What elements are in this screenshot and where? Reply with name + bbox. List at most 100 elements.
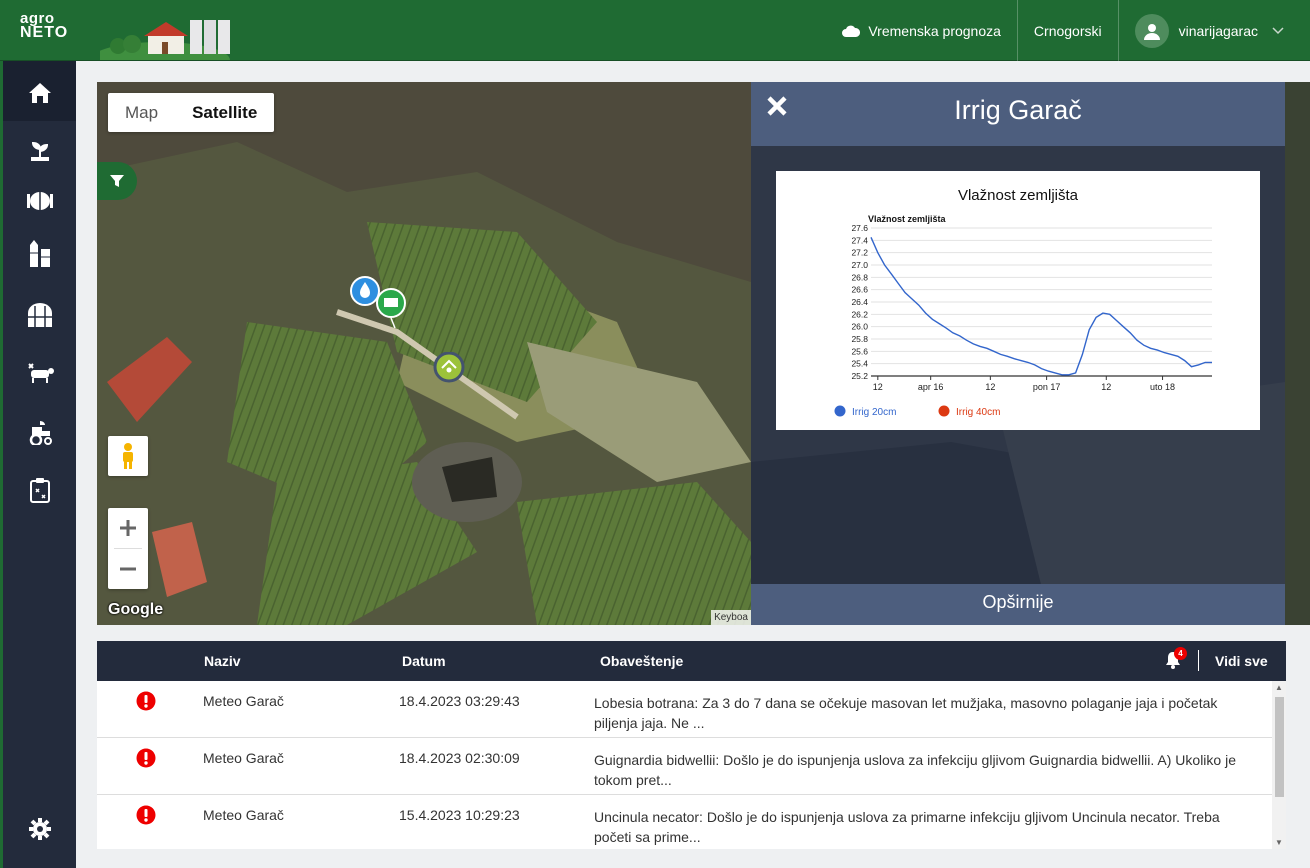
y-tick-label: 26.4 bbox=[851, 297, 868, 307]
gear-icon bbox=[29, 818, 51, 840]
x-tick-label: apr 16 bbox=[918, 382, 944, 392]
sidebar-item-cellar[interactable] bbox=[25, 186, 55, 216]
sidebar-item-plants[interactable] bbox=[25, 135, 55, 165]
y-tick-label: 27.4 bbox=[851, 235, 868, 245]
sidebar-item-home[interactable] bbox=[25, 78, 55, 108]
meteo-station-marker[interactable] bbox=[433, 352, 465, 390]
greenhouse-icon bbox=[28, 303, 52, 327]
row-name: Meteo Garač bbox=[203, 750, 284, 766]
panel-title: Irrig Garač bbox=[954, 95, 1082, 125]
row-date: 18.4.2023 03:29:43 bbox=[399, 693, 520, 709]
y-tick-label: 25.2 bbox=[851, 371, 868, 381]
x-tick-label: uto 18 bbox=[1150, 382, 1175, 392]
user-icon bbox=[1143, 23, 1160, 40]
sidebar-item-settings[interactable] bbox=[25, 814, 55, 844]
filter-button[interactable] bbox=[97, 162, 137, 200]
alert-icon bbox=[136, 805, 156, 825]
y-tick-label: 27.0 bbox=[851, 260, 868, 270]
minus-icon bbox=[120, 567, 136, 571]
language-selector[interactable]: Crnogorski bbox=[1016, 0, 1118, 61]
barrel-icon bbox=[27, 192, 53, 210]
alert-icon bbox=[136, 691, 156, 711]
sidebar-item-greenhouse[interactable] bbox=[25, 299, 55, 329]
user-menu[interactable]: vinarijagarac bbox=[1117, 0, 1310, 61]
map-type-satellite[interactable]: Satellite bbox=[175, 93, 274, 132]
farm-illustration bbox=[100, 20, 230, 60]
google-logo: Google bbox=[108, 601, 164, 618]
map-type-control: Map Satellite bbox=[108, 93, 275, 132]
zoom-out-button[interactable] bbox=[108, 549, 148, 589]
map-type-map[interactable]: Map bbox=[108, 93, 175, 132]
language-label: Crnogorski bbox=[1033, 22, 1102, 39]
y-tick-label: 27.2 bbox=[851, 248, 868, 258]
legend-marker bbox=[834, 405, 846, 417]
street-view-pegman[interactable] bbox=[108, 436, 148, 476]
x-tick-label: 12 bbox=[985, 382, 995, 392]
weather-forecast-label: Vremenska prognoza bbox=[868, 22, 1001, 39]
tractor-icon bbox=[29, 421, 52, 445]
column-header-name[interactable]: Naziv bbox=[204, 653, 241, 669]
logo-bottom-text: NETO bbox=[20, 24, 69, 41]
satellite-imagery bbox=[97, 82, 751, 625]
chevron-down-icon bbox=[1272, 26, 1284, 34]
row-message: Uncinula necator: Došlo je do ispunjenja… bbox=[594, 809, 1220, 845]
irrigation-device-marker[interactable] bbox=[375, 288, 407, 328]
filter-icon bbox=[110, 175, 124, 187]
cloud-icon bbox=[842, 25, 861, 37]
silo-icon bbox=[30, 240, 50, 267]
clipboard-icon bbox=[30, 478, 50, 503]
plant-icon bbox=[31, 141, 49, 161]
table-scrollbar[interactable]: ▲ ▼ bbox=[1272, 681, 1286, 849]
table-row[interactable]: Meteo Garač 15.4.2023 10:29:23 Uncinula … bbox=[97, 795, 1272, 849]
sidebar-item-tasks[interactable] bbox=[25, 475, 55, 505]
y-tick-label: 26.0 bbox=[851, 322, 868, 332]
sidebar-item-storage[interactable] bbox=[25, 238, 55, 268]
zoom-control bbox=[108, 508, 148, 589]
y-tick-label: 25.6 bbox=[851, 346, 868, 356]
zoom-in-button[interactable] bbox=[108, 508, 148, 548]
column-header-date[interactable]: Datum bbox=[402, 653, 446, 669]
sidebar-item-machinery[interactable] bbox=[25, 417, 55, 447]
device-info-panel: Irrig Garač Vlažnost zemljišta Vlažnost … bbox=[751, 82, 1285, 625]
avatar bbox=[1134, 13, 1169, 48]
x-tick-label: 12 bbox=[1101, 382, 1111, 392]
weather-forecast-link[interactable]: Vremenska prognoza bbox=[826, 0, 1017, 61]
row-date: 18.4.2023 02:30:09 bbox=[399, 750, 520, 766]
alert-icon bbox=[136, 748, 156, 768]
table-row[interactable]: Meteo Garač 18.4.2023 03:29:43 Lobesia b… bbox=[97, 681, 1272, 738]
satellite-map[interactable]: Map Satellite Google Keyboa bbox=[97, 82, 751, 625]
sidebar bbox=[0, 61, 76, 868]
more-details-button[interactable]: Opširnije bbox=[751, 584, 1285, 625]
scroll-down-arrow[interactable]: ▼ bbox=[1275, 838, 1283, 847]
sidebar-item-livestock[interactable] bbox=[25, 357, 55, 387]
notifications-table: Naziv Datum Obaveštenje 4 Vidi sve Meteo… bbox=[97, 641, 1286, 849]
livestock-icon bbox=[28, 363, 54, 383]
y-tick-label: 26.8 bbox=[851, 272, 868, 282]
username: vinarijagarac bbox=[1178, 22, 1258, 39]
header-separator bbox=[1198, 650, 1199, 671]
scroll-up-arrow[interactable]: ▲ bbox=[1275, 683, 1283, 692]
table-row[interactable]: Meteo Garač 18.4.2023 02:30:09 Guignardi… bbox=[97, 738, 1272, 795]
keyboard-shortcuts-link[interactable]: Keyboa bbox=[711, 610, 751, 625]
legend-label: Irrig 40cm bbox=[956, 407, 1000, 418]
chart-canvas: Vlažnost zemljišta27.6 27.4 27.2 27.0 26.8 26… bbox=[834, 214, 1212, 418]
notification-rows: Meteo Garač 18.4.2023 03:29:43 Lobesia b… bbox=[97, 681, 1286, 849]
notification-count-badge: 4 bbox=[1174, 647, 1187, 660]
legend-marker bbox=[938, 405, 950, 417]
y-tick-label: 26.2 bbox=[851, 309, 868, 319]
scrollbar-thumb[interactable] bbox=[1275, 697, 1284, 797]
row-date: 15.4.2023 10:29:23 bbox=[399, 807, 520, 823]
column-header-message[interactable]: Obaveštenje bbox=[600, 653, 683, 669]
logo[interactable]: agro NETO bbox=[20, 11, 69, 41]
row-name: Meteo Garač bbox=[203, 693, 284, 709]
see-all-link[interactable]: Vidi sve bbox=[1215, 653, 1268, 669]
map-edge-strip bbox=[1285, 82, 1310, 625]
soil-moisture-chart: Vlažnost zemljišta Vlažnost zemljišta 27.… bbox=[776, 171, 1260, 430]
series-line bbox=[870, 237, 1212, 376]
x-tick-label: 12 bbox=[873, 382, 883, 392]
panel-header: Irrig Garač bbox=[751, 82, 1285, 146]
x-tick-label: pon 17 bbox=[1033, 382, 1061, 392]
pegman-icon bbox=[123, 443, 133, 469]
row-message: Lobesia botrana: Za 3 do 7 dana se očeku… bbox=[594, 695, 1218, 731]
y-axis-label: Vlažnost zemljišta bbox=[868, 214, 947, 224]
